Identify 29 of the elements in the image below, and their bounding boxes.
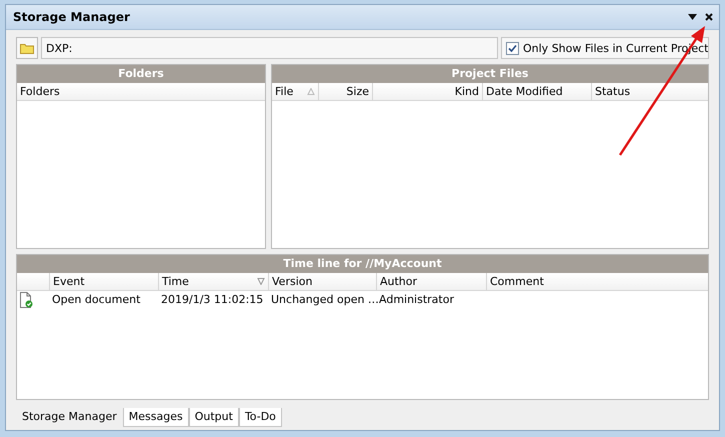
close-icon[interactable] [705, 13, 713, 21]
dropdown-icon[interactable] [688, 14, 697, 20]
window-title: Storage Manager [13, 10, 131, 24]
column-header[interactable]: Status [591, 83, 708, 100]
pane-title: Time line for //MyAccount [17, 255, 708, 273]
column-header[interactable]: Time [158, 273, 268, 290]
pane-title: Project Files [272, 65, 708, 83]
column-header[interactable]: Event [49, 273, 158, 290]
folder-icon [20, 42, 34, 54]
column-header[interactable]: Date Modified [482, 83, 591, 100]
path-field[interactable]: DXP: [41, 37, 498, 59]
column-header[interactable]: Size [318, 83, 372, 100]
folder-button[interactable] [16, 37, 38, 59]
column-header[interactable]: Author [376, 273, 486, 290]
column-header[interactable]: File [272, 83, 318, 100]
table-cell: Administrator [379, 293, 454, 306]
table-cell: Open document [52, 293, 140, 306]
checkmark-icon [508, 44, 517, 52]
column-header[interactable]: Comment [486, 273, 708, 290]
pane-title: Folders [17, 65, 265, 83]
panel-tab[interactable]: Output [188, 408, 239, 427]
panel-tab[interactable]: Messages [122, 408, 189, 427]
panel-tab[interactable]: To-Do [238, 408, 282, 427]
column-header[interactable]: Version [268, 273, 376, 290]
column-header[interactable]: Folders [17, 83, 265, 100]
document-check-icon [20, 292, 33, 308]
table-cell: Unchanged open … [271, 293, 379, 306]
column-header[interactable]: Kind [372, 83, 482, 100]
table-cell: 2019/1/3 11:02:15 [161, 293, 264, 306]
